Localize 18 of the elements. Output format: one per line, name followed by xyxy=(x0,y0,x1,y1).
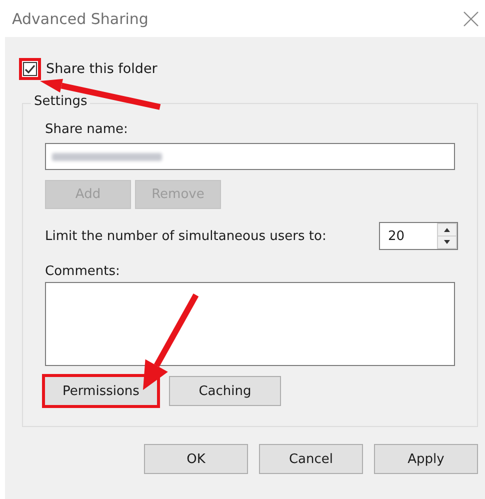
button[interactable]: Caching xyxy=(169,376,281,406)
button[interactable]: OK xyxy=(144,444,248,474)
checkmark-icon xyxy=(24,63,36,75)
checkbox[interactable] xyxy=(19,58,41,80)
spinner-icon[interactable] xyxy=(437,223,457,249)
button[interactable]: Cancel xyxy=(259,444,363,474)
close-icon[interactable] xyxy=(463,10,479,26)
field-label: Comments: xyxy=(45,264,121,279)
share-name-field[interactable] xyxy=(45,143,455,170)
button[interactable]: Permissions xyxy=(42,374,160,408)
field-label: Limit the number of simultaneous users to: xyxy=(45,228,326,244)
comments-field[interactable] xyxy=(45,282,455,366)
button[interactable]: Apply xyxy=(374,444,478,474)
checkbox-label: Share this folder xyxy=(46,61,158,77)
spin-box[interactable]: 20 xyxy=(379,222,458,250)
field-label: Share name: xyxy=(45,122,129,137)
window-title: Advanced Sharing xyxy=(12,10,148,28)
group-label: Settings xyxy=(31,94,90,109)
